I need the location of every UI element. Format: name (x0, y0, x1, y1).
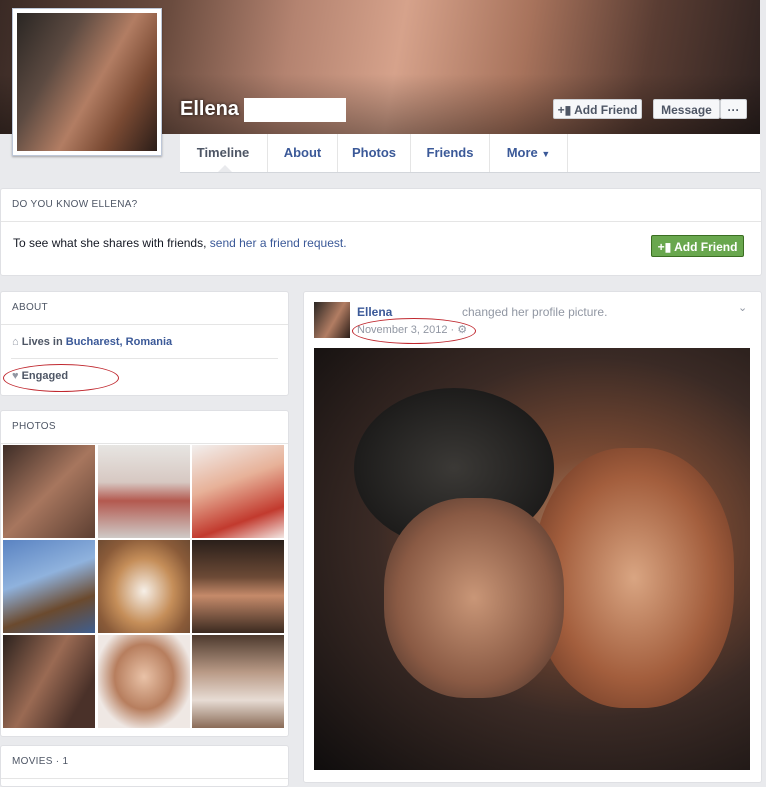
photo-thumbnail[interactable] (192, 635, 284, 728)
photo-thumbnail[interactable] (98, 445, 190, 538)
divider (11, 358, 278, 359)
profile-name[interactable]: Ellena (180, 98, 239, 121)
photo-thumbnail[interactable] (192, 540, 284, 633)
tab-more[interactable]: More ▼ (489, 134, 568, 172)
do-you-know-panel: DO YOU KNOW ELLENA? To see what she shar… (0, 188, 762, 276)
add-friend-button[interactable]: +▮ Add Friend (553, 99, 642, 119)
home-icon: ⌂ (12, 336, 19, 348)
tab-about[interactable]: About (267, 134, 337, 172)
location-link[interactable]: Bucharest, Romania (66, 336, 172, 348)
photo-thumbnail[interactable] (3, 445, 95, 538)
photo-thumbnail[interactable] (98, 540, 190, 633)
post-photo[interactable] (314, 348, 750, 770)
photo-thumbnail[interactable] (192, 445, 284, 538)
highlight-ellipse (352, 318, 476, 344)
photo-thumbnail[interactable] (3, 540, 95, 633)
photos-title: PHOTOS (1, 411, 288, 444)
photo-grid (3, 445, 287, 728)
post-author-name[interactable]: Ellena (357, 305, 392, 319)
add-friend-icon: +▮ (557, 103, 575, 117)
profile-nav: Timeline About Photos Friends More ▼ (180, 134, 760, 173)
movies-panel: MOVIES · 1 (0, 745, 289, 787)
do-you-know-text: To see what she shares with friends, sen… (13, 236, 347, 250)
post-options-chevron-icon[interactable]: ⌄ (738, 301, 747, 314)
profile-picture[interactable] (12, 8, 162, 156)
tab-friends[interactable]: Friends (410, 134, 489, 172)
photo-thumbnail[interactable] (3, 635, 95, 728)
movies-title: MOVIES · 1 (1, 746, 288, 779)
chevron-down-icon: ▼ (541, 149, 551, 159)
post-action-text: changed her profile picture. (462, 305, 608, 319)
tab-photos[interactable]: Photos (337, 134, 410, 172)
add-friend-icon: +▮ (657, 240, 675, 254)
friend-request-link[interactable]: send her a friend request. (210, 236, 347, 250)
highlight-ellipse (3, 364, 119, 392)
do-you-know-title: DO YOU KNOW ELLENA? (1, 189, 761, 222)
lives-in-row: ⌂ Lives in Bucharest, Romania (12, 336, 173, 348)
name-redaction (244, 98, 346, 122)
about-title: ABOUT (1, 292, 288, 325)
photo-thumbnail[interactable] (98, 635, 190, 728)
add-friend-green-button[interactable]: +▮ Add Friend (651, 235, 744, 257)
message-button[interactable]: Message (653, 99, 720, 119)
active-tab-indicator (218, 165, 232, 172)
more-options-button[interactable]: ··· (720, 99, 747, 119)
author-avatar[interactable] (314, 302, 350, 338)
